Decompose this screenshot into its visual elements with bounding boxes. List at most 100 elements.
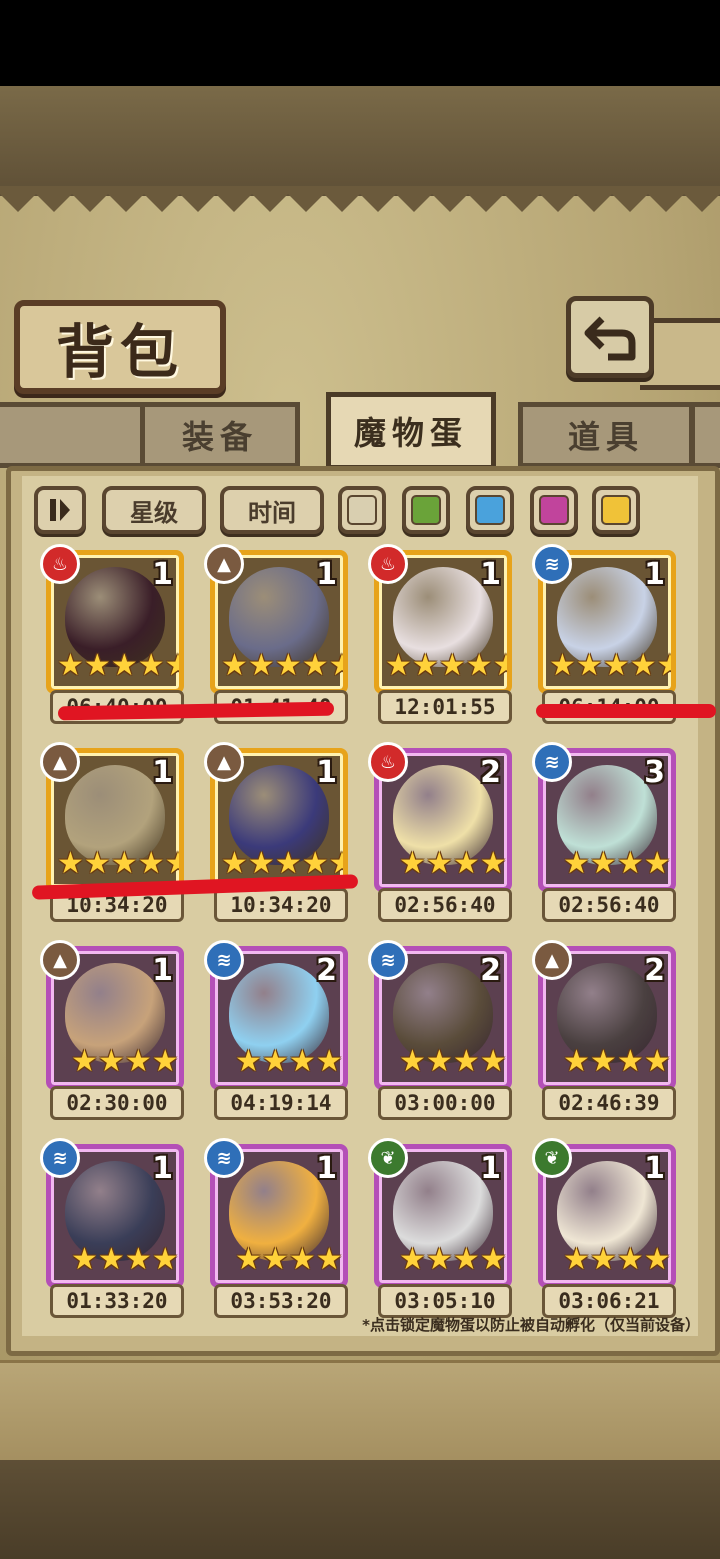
- egg-count: 2: [480, 755, 501, 790]
- sort-by-time-button[interactable]: 时间: [220, 486, 324, 534]
- egg-slot[interactable]: 1★★★★★♨12:01:55: [368, 544, 512, 724]
- star-rating: ★★★★★: [385, 648, 507, 683]
- star-icon: ★: [221, 846, 248, 881]
- egg-slot[interactable]: 1★★★★★▲01:41:40: [204, 544, 348, 724]
- star-icon: ★: [71, 1044, 98, 1079]
- star-icon: ★: [110, 846, 138, 881]
- egg-slot[interactable]: 1★★★★★♨06:40:00: [40, 544, 184, 724]
- hatch-timer: 12:01:55: [378, 690, 512, 724]
- egg-slot[interactable]: 1 ★ ★ ★ ★ ▲ 02:30:00: [40, 940, 184, 1120]
- star-icon: ★: [493, 651, 507, 681]
- sort-by-star-button[interactable]: 星级: [102, 486, 206, 534]
- star-icon: ★: [97, 1242, 125, 1277]
- filter-purple-swatch: [539, 495, 569, 525]
- hatch-timer: 10:34:20: [214, 888, 348, 922]
- filter-gold-button[interactable]: [592, 486, 640, 534]
- star-icon: ★: [301, 648, 329, 683]
- leaf-icon: ❦: [532, 1138, 572, 1178]
- egg-slot[interactable]: 2 ★ ★ ★ ★ ▲ 02:46:39: [532, 940, 676, 1120]
- star-icon: ★: [261, 1044, 289, 1079]
- star-icon: ★: [479, 846, 507, 881]
- back-button[interactable]: [566, 296, 654, 378]
- hatch-timer: 01:33:20: [50, 1284, 184, 1318]
- egg-slot[interactable]: 2 ★ ★ ★ ★ ♨ 02:56:40: [368, 742, 512, 922]
- tab-items[interactable]: 道具: [518, 402, 694, 468]
- star-icon: ★: [399, 1242, 426, 1277]
- egg-slot[interactable]: 1★★★★★≋06:14:00: [532, 544, 676, 724]
- star-icon: ★: [425, 1044, 453, 1079]
- star-icon: ★: [261, 1242, 289, 1277]
- water-icon: ≋: [40, 1138, 80, 1178]
- star-icon: ★: [399, 1044, 426, 1079]
- star-icon: ★: [438, 648, 466, 683]
- hatch-timer: 03:00:00: [378, 1086, 512, 1120]
- tab-equipment[interactable]: 装备: [140, 402, 300, 468]
- egg-slot[interactable]: 1 ★ ★ ★ ★ ❦ 03:05:10: [368, 1138, 512, 1318]
- star-icon: ★: [399, 846, 426, 881]
- egg-slot[interactable]: 2 ★ ★ ★ ★ ≋ 03:00:00: [368, 940, 512, 1120]
- star-icon: ★: [602, 648, 630, 683]
- egg-slot[interactable]: 1 ★ ★ ★ ★ ≋ 03:53:20: [204, 1138, 348, 1318]
- water-icon: ≋: [204, 940, 244, 980]
- star-icon: ★: [71, 1242, 98, 1277]
- star-icon: ★: [589, 846, 617, 881]
- egg-count: 2: [316, 953, 337, 988]
- filter-green-button[interactable]: [402, 486, 450, 534]
- star-icon: ★: [465, 648, 493, 683]
- star-rating: ★★★★★: [57, 648, 179, 683]
- star-icon: ★: [329, 651, 343, 681]
- egg-count: 1: [644, 557, 665, 592]
- filter-purple-button[interactable]: [530, 486, 578, 534]
- zigzag-border: [0, 186, 720, 212]
- star-rating: ★ ★ ★ ★: [399, 849, 507, 879]
- star-icon: ★: [83, 846, 111, 881]
- star-icon: ★: [575, 648, 603, 683]
- star-icon: ★: [274, 648, 302, 683]
- egg-slot[interactable]: 3 ★ ★ ★ ★ ≋ 02:56:40: [532, 742, 676, 922]
- star-icon: ★: [57, 648, 84, 683]
- egg-count: 1: [480, 557, 501, 592]
- filter-blue-swatch: [475, 495, 505, 525]
- tab-bar: 装备 魔物蛋 道具: [0, 392, 720, 472]
- sort-by-star-label: 星级: [130, 498, 178, 527]
- egg-count: 1: [152, 953, 173, 988]
- filter-white-swatch: [347, 495, 377, 525]
- star-icon: ★: [165, 849, 179, 879]
- star-icon: ★: [589, 1242, 617, 1277]
- egg-count: 2: [644, 953, 665, 988]
- filter-white-button[interactable]: [338, 486, 386, 534]
- star-icon: ★: [616, 1044, 644, 1079]
- tab-monster-eggs[interactable]: 魔物蛋: [326, 392, 496, 470]
- star-icon: ★: [151, 1044, 179, 1079]
- star-icon: ★: [479, 1044, 507, 1079]
- lock-hint-note: *点击锁定魔物蛋以防止被自动孵化（仅当前设备）: [362, 1316, 700, 1334]
- egg-slot[interactable]: 1 ★ ★ ★ ★ ≋ 01:33:20: [40, 1138, 184, 1318]
- tab-items-label: 道具: [567, 418, 644, 456]
- hatch-timer: 03:05:10: [378, 1284, 512, 1318]
- star-icon: ★: [235, 1242, 262, 1277]
- star-icon: ★: [247, 846, 275, 881]
- egg-count: 1: [152, 755, 173, 790]
- filter-green-swatch: [411, 495, 441, 525]
- star-icon: ★: [288, 1242, 316, 1277]
- egg-slot[interactable]: 2 ★ ★ ★ ★ ≋ 04:19:14: [204, 940, 348, 1120]
- egg-count: 1: [644, 1151, 665, 1186]
- star-icon: ★: [425, 1242, 453, 1277]
- star-icon: ★: [452, 1242, 480, 1277]
- filter-blue-button[interactable]: [466, 486, 514, 534]
- tab-equipment-label: 装备: [181, 418, 258, 456]
- egg-count: 1: [316, 755, 337, 790]
- mountain-icon: ▲: [204, 742, 244, 782]
- star-icon: ★: [315, 1044, 343, 1079]
- star-icon: ★: [629, 648, 657, 683]
- egg-slot[interactable]: 1 ★ ★ ★ ★ ❦ 03:06:21: [532, 1138, 676, 1318]
- sort-order-button[interactable]: [34, 486, 86, 534]
- star-rating: ★ ★ ★ ★: [563, 1245, 671, 1275]
- map-background-bottom: [0, 1460, 720, 1559]
- page-title-plate: 背包: [14, 300, 226, 394]
- star-icon: ★: [452, 1044, 480, 1079]
- egg-count: 1: [316, 1151, 337, 1186]
- pause-sort-icon: [50, 499, 70, 521]
- star-icon: ★: [165, 651, 179, 681]
- water-icon: ≋: [204, 1138, 244, 1178]
